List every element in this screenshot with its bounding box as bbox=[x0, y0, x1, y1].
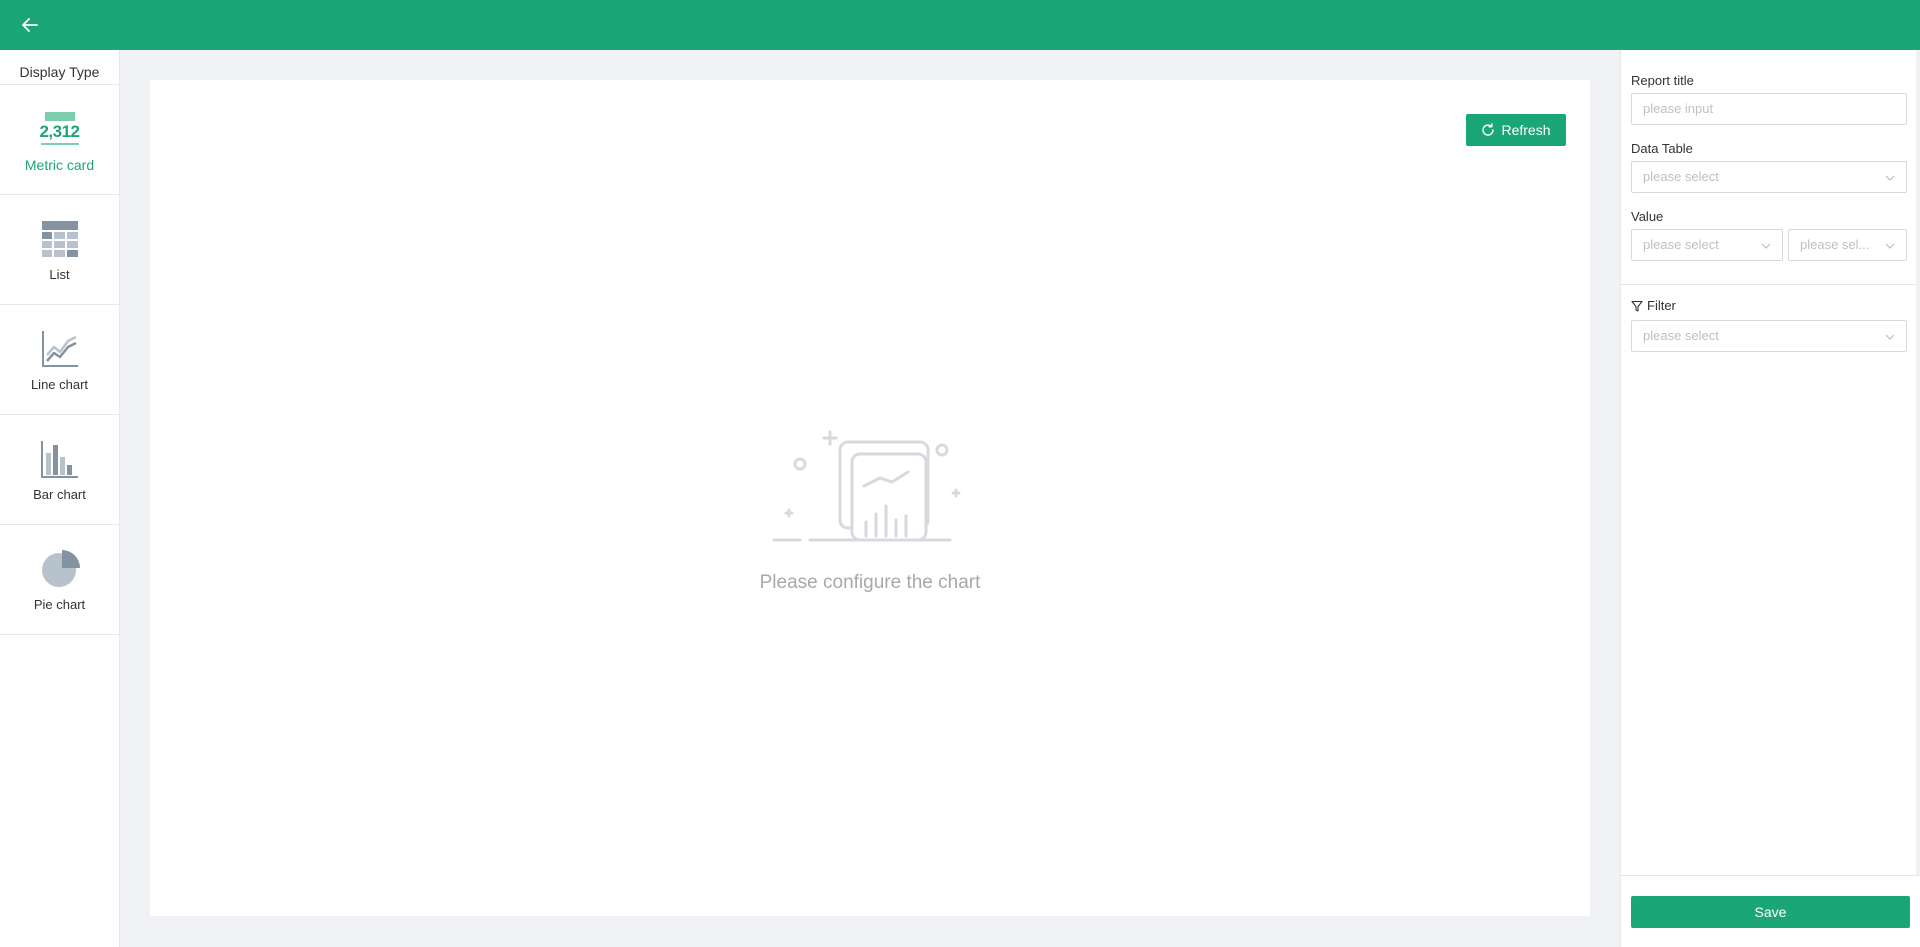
data-table-select[interactable]: please select bbox=[1631, 161, 1907, 193]
display-type-bar-chart[interactable]: Bar chart bbox=[0, 415, 119, 525]
refresh-button[interactable]: Refresh bbox=[1466, 114, 1566, 146]
data-table-select-placeholder: please select bbox=[1643, 169, 1719, 184]
display-type-line-chart[interactable]: Line chart bbox=[0, 305, 119, 415]
empty-chart-illustration-icon bbox=[772, 430, 961, 542]
display-type-label: Line chart bbox=[30, 377, 89, 392]
chevron-down-icon bbox=[1885, 334, 1895, 340]
panel-divider bbox=[1621, 284, 1920, 285]
top-bar bbox=[0, 0, 1920, 50]
filter-heading: Filter bbox=[1631, 298, 1676, 313]
display-type-metric-card[interactable]: 2,312 Metric card bbox=[0, 85, 119, 195]
save-button[interactable]: Save bbox=[1631, 896, 1910, 928]
filter-label: Filter bbox=[1647, 298, 1676, 313]
bar-chart-icon bbox=[38, 437, 82, 481]
table-icon bbox=[38, 217, 82, 261]
pie-chart-icon bbox=[38, 547, 82, 591]
data-table-label: Data Table bbox=[1631, 141, 1693, 156]
value-field-select-placeholder: please select bbox=[1643, 237, 1719, 252]
report-title-label: Report title bbox=[1631, 73, 1694, 88]
display-type-label: Pie chart bbox=[33, 597, 86, 612]
back-button[interactable] bbox=[18, 13, 42, 37]
value-label: Value bbox=[1631, 209, 1664, 224]
filter-icon bbox=[1631, 300, 1643, 312]
empty-state: Please configure the chart bbox=[150, 426, 1590, 594]
display-type-pie-chart[interactable]: Pie chart bbox=[0, 525, 119, 635]
chevron-down-icon bbox=[1885, 175, 1895, 181]
display-type-list[interactable]: List bbox=[0, 195, 119, 305]
report-title-input[interactable]: please input bbox=[1631, 93, 1907, 125]
metric-card-sample-value: 2,312 bbox=[39, 122, 80, 141]
filter-select-placeholder: please select bbox=[1643, 328, 1719, 343]
line-chart-icon bbox=[38, 327, 82, 371]
display-type-label: Bar chart bbox=[33, 487, 86, 502]
arrow-left-icon bbox=[22, 18, 38, 32]
display-type-label: List bbox=[49, 267, 70, 282]
value-field-select[interactable]: please select bbox=[1631, 229, 1783, 261]
panel-footer: Save bbox=[1621, 875, 1920, 947]
chevron-down-icon bbox=[1761, 243, 1771, 249]
refresh-icon bbox=[1482, 123, 1495, 136]
sidebar-title: Display Type bbox=[0, 50, 119, 85]
value-aggregation-select[interactable]: please sel... bbox=[1788, 229, 1907, 261]
display-type-sidebar: Display Type 2,312 Metric card List Line… bbox=[0, 50, 120, 947]
empty-state-text: Please configure the chart bbox=[759, 572, 981, 593]
chart-canvas: Refresh Please configure the chart bbox=[150, 80, 1590, 916]
panel-scrollbar[interactable] bbox=[1916, 50, 1920, 875]
filter-select[interactable]: please select bbox=[1631, 320, 1907, 352]
metric-card-icon: 2,312 bbox=[38, 107, 82, 151]
refresh-label: Refresh bbox=[1501, 122, 1551, 138]
chevron-down-icon bbox=[1885, 243, 1895, 249]
config-panel: Report title please input Data Table ple… bbox=[1620, 50, 1920, 947]
value-aggregation-select-placeholder: please sel... bbox=[1800, 237, 1870, 252]
display-type-label: Metric card bbox=[24, 156, 95, 173]
